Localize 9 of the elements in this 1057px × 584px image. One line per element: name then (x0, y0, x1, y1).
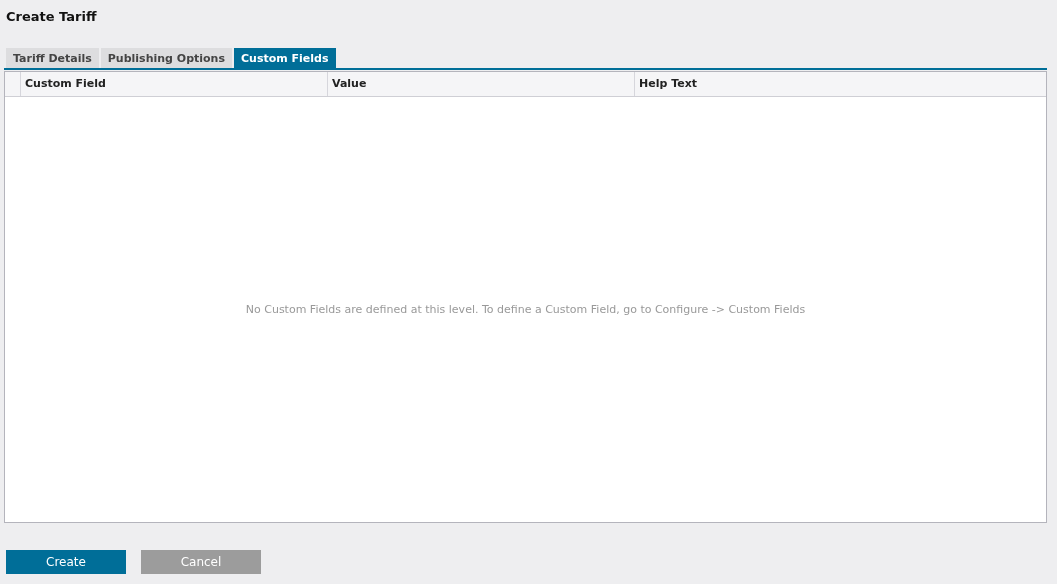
column-header[interactable]: Custom Field (20, 72, 327, 96)
tab[interactable]: Publishing Options (100, 48, 232, 68)
empty-message: No Custom Fields are defined at this level. To define a Custom Field, go to Configure -> Custom Fields (245, 303, 806, 316)
tab[interactable]: Tariff Details (6, 48, 99, 68)
tab[interactable]: Custom Fields (234, 48, 336, 68)
column-header[interactable]: Value (327, 72, 634, 96)
create-button[interactable]: Create (6, 550, 126, 574)
page-title: Create Tariff (6, 8, 98, 26)
column-header[interactable]: Help Text (634, 72, 1046, 96)
